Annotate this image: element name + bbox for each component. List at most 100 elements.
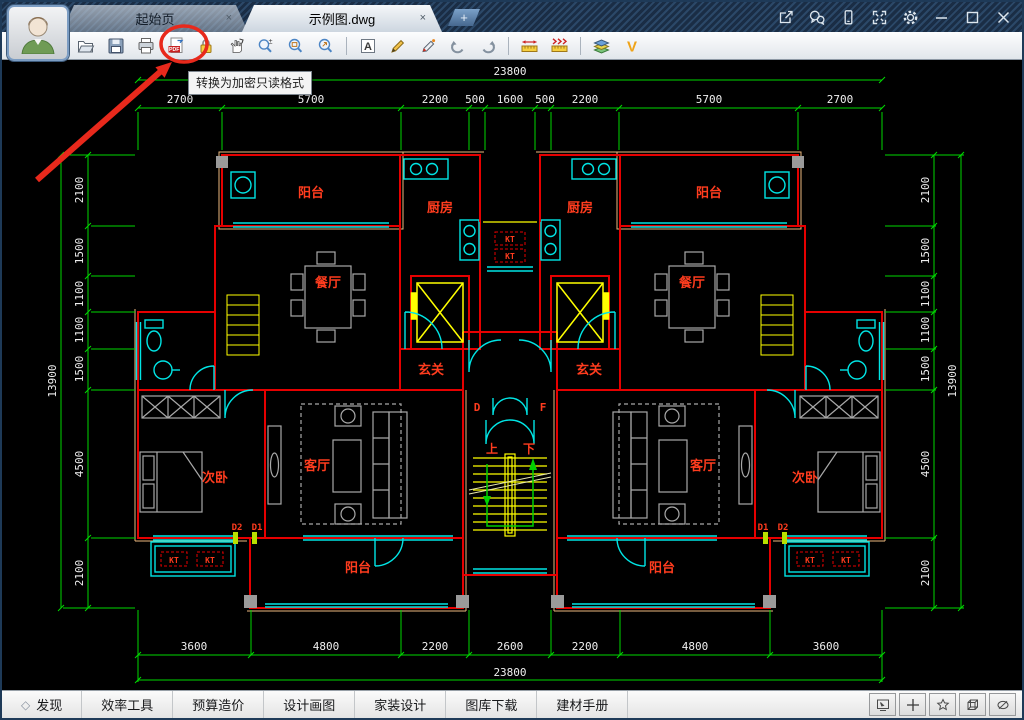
zoom-plusminus-icon: ± [257, 37, 275, 55]
svg-text:2700: 2700 [827, 93, 854, 106]
text-tool-button[interactable]: A [354, 34, 381, 58]
zoom-inout-button[interactable]: ± [252, 34, 279, 58]
statusbar-item-label: 发现 [36, 695, 62, 714]
svg-text:客厅: 客厅 [304, 458, 330, 474]
svg-text:3600: 3600 [813, 640, 840, 653]
svg-text:阳台: 阳台 [649, 560, 675, 576]
new-tab-button[interactable]: + [448, 9, 480, 26]
floor-plan-drawing: 23800 2700 5700 2200 500 1600 500 2200 5… [3, 60, 1024, 694]
layers-button[interactable] [588, 34, 615, 58]
title-bar: + 起始页 × 示例图.dwg × [2, 2, 1022, 32]
statusbar-item-label: 建材手册 [556, 695, 608, 714]
crosshair-button[interactable] [899, 693, 926, 716]
svg-text:次卧: 次卧 [202, 470, 228, 486]
open-file-button[interactable] [72, 34, 99, 58]
main-toolbar: PDF ± [2, 32, 1022, 60]
statusbar-item-materials-manual[interactable]: 建材手册 [537, 691, 628, 718]
print-button[interactable] [132, 34, 159, 58]
svg-text:KT: KT [505, 252, 515, 261]
statusbar-item-efficiency-tools[interactable]: 效率工具 [82, 691, 173, 718]
wechat-icon[interactable] [808, 8, 826, 26]
crosshair-icon [906, 698, 920, 712]
svg-text:下: 下 [523, 442, 535, 456]
model-space-button[interactable] [869, 693, 896, 716]
svg-text:2200: 2200 [422, 640, 449, 653]
pan-button[interactable] [222, 34, 249, 58]
favorite-button[interactable] [929, 693, 956, 716]
statusbar-item-home-design[interactable]: 家装设计 [355, 691, 446, 718]
cad-canvas-viewport[interactable]: 23800 2700 5700 2200 500 1600 500 2200 5… [3, 60, 1021, 690]
svg-text:D: D [474, 401, 481, 414]
settings-gear-icon[interactable] [901, 8, 919, 26]
svg-text:V: V [626, 38, 636, 55]
layers-icon [592, 37, 611, 55]
statusbar-item-discover[interactable]: ◇ 发现 [2, 691, 82, 718]
printer-icon [137, 37, 155, 55]
text-tool-icon: A [359, 37, 377, 55]
share-icon[interactable] [777, 8, 795, 26]
minimize-icon[interactable] [932, 8, 950, 26]
fullscreen-icon[interactable] [870, 8, 888, 26]
floppy-icon [107, 37, 125, 55]
close-icon[interactable] [994, 8, 1012, 26]
zoom-extents-icon [317, 37, 335, 55]
undo-button[interactable] [444, 34, 471, 58]
measure-button[interactable] [516, 34, 543, 58]
svg-text:13900: 13900 [46, 364, 59, 397]
svg-text:1100: 1100 [73, 317, 86, 344]
center-core [463, 155, 557, 575]
svg-text:玄关: 玄关 [576, 362, 602, 378]
open-folder-icon [76, 37, 95, 55]
statusbar-item-design-drawing[interactable]: 设计画图 [264, 691, 355, 718]
maximize-icon[interactable] [963, 8, 981, 26]
measure-ruler-icon [520, 37, 539, 55]
tab-drawing-close-icon[interactable]: × [420, 13, 426, 24]
v-logo-button[interactable]: V [618, 34, 645, 58]
save-button[interactable] [102, 34, 129, 58]
phone-icon[interactable] [839, 8, 857, 26]
svg-text:阳台: 阳台 [345, 560, 371, 576]
cube-icon [966, 698, 980, 712]
svg-text:餐厅: 餐厅 [678, 275, 705, 291]
view-3d-button[interactable] [959, 693, 986, 716]
svg-text:阳台: 阳台 [298, 185, 324, 201]
svg-text:23800: 23800 [493, 666, 526, 679]
svg-text:2200: 2200 [572, 640, 599, 653]
tab-drawing-file[interactable]: 示例图.dwg × [242, 5, 442, 32]
clean-screen-button[interactable] [989, 693, 1016, 716]
user-avatar[interactable] [7, 5, 69, 61]
new-tab-plus: + [460, 10, 468, 25]
encrypt-readonly-button[interactable] [192, 34, 219, 58]
continuous-measure-button[interactable] [546, 34, 573, 58]
zoom-window-button[interactable] [282, 34, 309, 58]
tab-start-page[interactable]: 起始页 × [62, 5, 248, 32]
lock-icon [197, 37, 215, 55]
statusbar-item-library-download[interactable]: 图库下载 [446, 691, 537, 718]
svg-text:1500: 1500 [919, 356, 932, 383]
zoom-window-icon [287, 37, 305, 55]
pencil-tool-button[interactable] [384, 34, 411, 58]
statusbar-item-label: 预算造价 [192, 695, 244, 714]
app-window: + 起始页 × 示例图.dwg × [0, 0, 1024, 720]
clean-screen-icon [996, 698, 1010, 712]
toolbar-separator [508, 37, 509, 55]
svg-text:KT: KT [205, 556, 215, 565]
tab-start-close-icon[interactable]: × [226, 13, 232, 24]
svg-text:客厅: 客厅 [690, 458, 716, 474]
svg-text:KT: KT [505, 235, 515, 244]
zoom-extents-button[interactable] [312, 34, 339, 58]
undo-icon [449, 37, 467, 55]
floor-plan: 23800 2700 5700 2200 500 1600 500 2200 5… [46, 65, 964, 683]
svg-text:厨房: 厨房 [567, 200, 593, 216]
svg-text:F: F [540, 401, 547, 414]
brush-tool-button[interactable] [414, 34, 441, 58]
svg-text:2100: 2100 [919, 177, 932, 204]
pdf-export-button[interactable]: PDF [162, 34, 189, 58]
svg-text:KT: KT [805, 556, 815, 565]
star-icon [936, 698, 950, 712]
svg-text:2100: 2100 [73, 177, 86, 204]
v-logo-icon: V [623, 37, 641, 55]
redo-button[interactable] [474, 34, 501, 58]
svg-text:4800: 4800 [682, 640, 709, 653]
statusbar-item-budget-cost[interactable]: 预算造价 [173, 691, 264, 718]
